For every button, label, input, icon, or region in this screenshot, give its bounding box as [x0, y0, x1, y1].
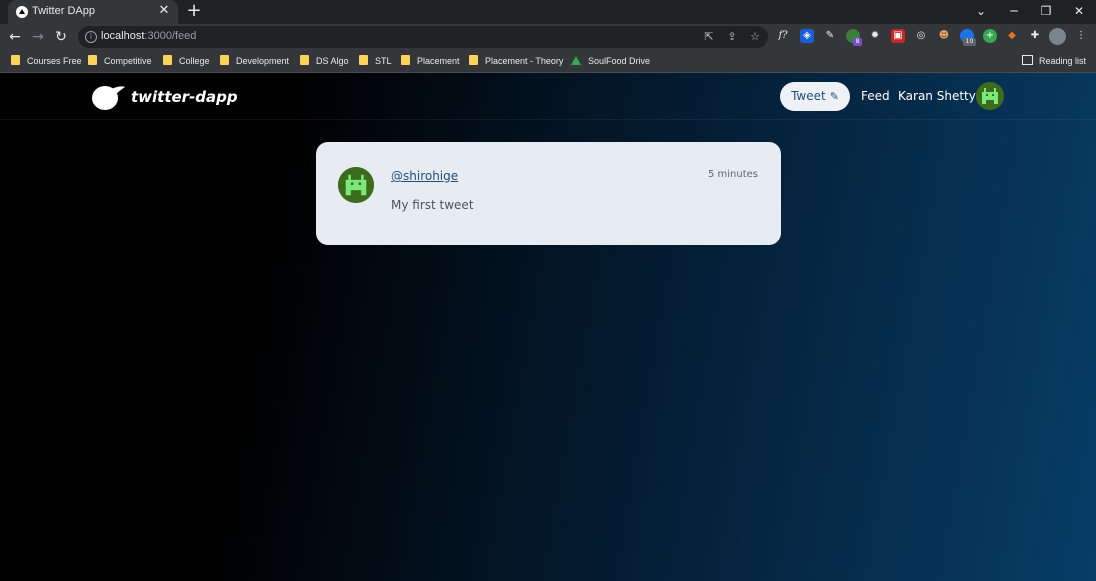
- window-close-icon[interactable]: ✕: [1069, 3, 1089, 19]
- browser-tab-bar: Twitter DApp ✕ + ⌄ ─ ❐ ✕: [0, 0, 1096, 24]
- bitwarden-icon[interactable]: ◈: [800, 29, 814, 43]
- tweet-timestamp: 5 minutes: [707, 169, 758, 180]
- bookmark-placement[interactable]: Placement: [401, 54, 460, 68]
- tweet-button-label: Tweet: [791, 89, 826, 103]
- pixel-avatar-icon: [976, 82, 1004, 110]
- tweet-author-avatar[interactable]: [338, 167, 374, 203]
- metamask-icon[interactable]: ◆: [1005, 29, 1019, 43]
- user-avatar[interactable]: [976, 82, 1004, 110]
- back-icon[interactable]: ←: [7, 29, 23, 45]
- pixel-avatar-icon: [338, 167, 374, 203]
- tab-search-icon[interactable]: ⌄: [971, 3, 991, 19]
- folder-icon: [300, 55, 309, 65]
- folder-icon: [359, 55, 368, 65]
- bookmark-ds-algo[interactable]: DS Algo: [300, 54, 349, 68]
- tweet-button[interactable]: Tweet ✎: [780, 82, 850, 111]
- site-info-icon[interactable]: i: [85, 31, 97, 43]
- plus-extension-icon[interactable]: +: [983, 29, 997, 43]
- reload-icon[interactable]: ↻: [53, 29, 69, 45]
- target-extension-icon[interactable]: ◎: [914, 29, 928, 43]
- folder-icon: [163, 55, 172, 65]
- folder-icon: [220, 55, 229, 65]
- tweet-card: @shirohige 5 minutes My first tweet: [316, 142, 781, 245]
- address-bar[interactable]: i localhost:3000/feed ⇱ ⇪ ☆: [78, 26, 768, 48]
- tweet-text: My first tweet: [391, 198, 474, 212]
- browser-menu-icon[interactable]: ⋮: [1074, 29, 1088, 43]
- gear-extension-icon[interactable]: ✹: [868, 29, 882, 43]
- new-tab-button[interactable]: +: [185, 2, 203, 20]
- extension-badge: 10: [963, 38, 976, 46]
- app-navbar: twitter-dapp Tweet ✎ Feed Karan Shetty: [0, 73, 1096, 120]
- vercel-favicon-icon: [16, 6, 28, 18]
- folder-icon: [11, 55, 20, 65]
- fx-extension-icon[interactable]: f?: [776, 29, 790, 43]
- profile-avatar[interactable]: [1049, 28, 1066, 45]
- bookmark-placement-theory[interactable]: Placement - Theory: [469, 54, 563, 68]
- browser-tab[interactable]: Twitter DApp ✕: [8, 0, 178, 24]
- tweet-author-handle[interactable]: @shirohige: [391, 169, 458, 183]
- bookmark-development[interactable]: Development: [220, 54, 289, 68]
- nav-feed-link[interactable]: Feed: [861, 89, 890, 103]
- app-logo-text[interactable]: twitter-dapp: [131, 88, 238, 106]
- tab-close-icon[interactable]: ✕: [156, 3, 172, 19]
- nav-user-name[interactable]: Karan Shetty: [898, 89, 976, 103]
- red-extension-icon[interactable]: ▣: [891, 29, 905, 43]
- bookmark-soulfood-drive[interactable]: SoulFood Drive: [571, 54, 650, 68]
- folder-icon: [469, 55, 478, 65]
- folder-icon: [88, 55, 97, 65]
- folder-icon: [401, 55, 410, 65]
- minimize-icon[interactable]: ─: [1004, 3, 1024, 19]
- bookmarks-bar: Courses Free Competitive College Develop…: [0, 50, 1096, 73]
- forward-icon[interactable]: →: [30, 29, 46, 45]
- bookmark-college[interactable]: College: [163, 54, 210, 68]
- tab-title: Twitter DApp: [32, 5, 95, 17]
- puzzle-extensions-icon[interactable]: ✚: [1028, 29, 1042, 43]
- url-text[interactable]: localhost:3000/feed: [101, 30, 196, 42]
- bird-logo-icon[interactable]: [91, 83, 125, 111]
- bookmark-stl[interactable]: STL: [359, 54, 392, 68]
- face-extension-icon[interactable]: ☻: [937, 29, 951, 43]
- reading-list-button[interactable]: Reading list: [1021, 54, 1086, 68]
- open-in-app-icon[interactable]: ⇱: [702, 30, 716, 44]
- reading-list-icon: [1021, 55, 1033, 65]
- bookmark-star-icon[interactable]: ☆: [748, 30, 762, 44]
- pen-extension-icon[interactable]: ✎: [823, 29, 837, 43]
- pencil-icon: ✎: [829, 90, 839, 103]
- restore-icon[interactable]: ❐: [1036, 3, 1056, 19]
- browser-toolbar: ← → ↻ i localhost:3000/feed ⇱ ⇪ ☆ f? ◈ ✎…: [0, 24, 1096, 50]
- extension-badge: 8: [853, 38, 862, 46]
- bookmark-competitive[interactable]: Competitive: [88, 54, 152, 68]
- share-icon[interactable]: ⇪: [725, 30, 739, 44]
- bookmark-courses-free[interactable]: Courses Free: [11, 54, 82, 68]
- app-page: twitter-dapp Tweet ✎ Feed Karan Shetty @…: [0, 73, 1096, 581]
- google-drive-icon: [571, 56, 581, 65]
